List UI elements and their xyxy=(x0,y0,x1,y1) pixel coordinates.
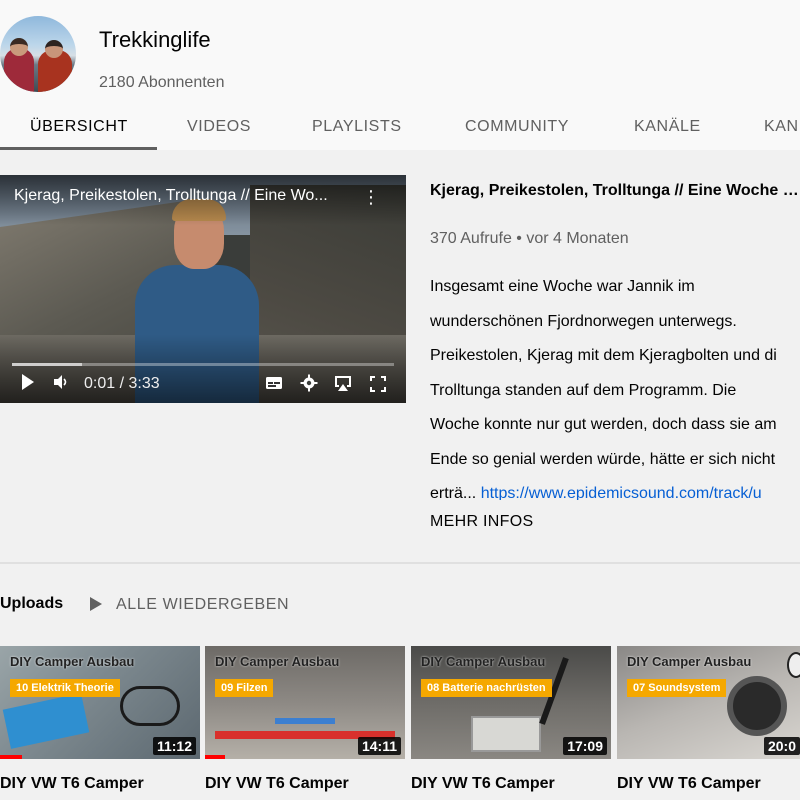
progress-bar[interactable] xyxy=(12,363,394,366)
video-duration: 11:12 xyxy=(152,737,196,755)
airplay-icon[interactable] xyxy=(333,374,353,392)
subtitles-icon[interactable] xyxy=(265,376,283,390)
tab-about[interactable]: KAN xyxy=(764,118,799,136)
channel-avatar[interactable] xyxy=(0,16,76,92)
tab-videos[interactable]: VIDEOS xyxy=(187,118,251,136)
fullscreen-icon[interactable] xyxy=(370,376,386,392)
uploads-shelf-title[interactable]: Uploads xyxy=(0,595,63,613)
tab-channels[interactable]: KANÄLE xyxy=(634,118,701,136)
video-title[interactable]: DIY VW T6 Camper xyxy=(205,775,349,793)
channel-name[interactable]: Trekkinglife xyxy=(99,27,211,53)
play-all-button[interactable]: ALLE WIEDERGEBEN xyxy=(116,596,289,614)
description-line: Woche konnte nur gut werden, doch dass s… xyxy=(430,416,777,433)
description-line: Insgesamt eine Woche war Jannik im xyxy=(430,278,695,295)
video-thumbnail[interactable]: DIY Camper Ausbau 09 Filzen 14:11 xyxy=(205,646,405,759)
description-line: Trolltunga standen auf dem Programm. Die xyxy=(430,381,737,399)
description-line: Ende so genial werden würde, hätte er si… xyxy=(430,450,776,468)
tab-overview[interactable]: ÜBERSICHT xyxy=(30,118,128,136)
video-title[interactable]: DIY VW T6 Camper xyxy=(411,775,555,793)
volume-icon[interactable] xyxy=(52,373,70,391)
description-truncated: erträ... xyxy=(430,485,477,500)
channel-header: Trekkinglife 2180 Abonnenten ÜBERSICHT V… xyxy=(0,0,800,150)
thumbnail-episode-badge: 08 Batterie nachrüsten xyxy=(421,679,552,697)
description-link[interactable]: https://www.epidemicsound.com/track/u xyxy=(481,485,762,500)
play-all-icon[interactable] xyxy=(90,597,102,611)
thumbnail-episode-badge: 10 Elektrik Theorie xyxy=(10,679,120,697)
more-info-button[interactable]: MEHR INFOS xyxy=(430,513,533,531)
video-duration: 17:09 xyxy=(563,737,607,755)
watched-progress xyxy=(205,755,225,759)
section-divider xyxy=(0,562,800,564)
description-line-last: erträ... https://www.epidemicsound.com/t… xyxy=(430,477,800,500)
play-icon[interactable] xyxy=(20,373,36,391)
featured-video-player[interactable]: Kjerag, Preikestolen, Trolltunga // Eine… xyxy=(0,175,406,403)
more-vert-icon[interactable]: ⋮ xyxy=(362,185,380,209)
tab-community[interactable]: COMMUNITY xyxy=(465,118,569,136)
thumbnail-episode-badge: 09 Filzen xyxy=(215,679,274,697)
settings-gear-icon[interactable] xyxy=(300,374,318,392)
time-display: 0:01 / 3:33 xyxy=(84,375,160,392)
description-line: Preikestolen, Kjerag mit dem Kjeragbolte… xyxy=(430,347,777,364)
progress-bar-buffered xyxy=(12,363,82,366)
channel-tabs: ÜBERSICHT VIDEOS PLAYLISTS COMMUNITY KAN… xyxy=(0,104,800,150)
video-thumbnail[interactable]: DIY Camper Ausbau 10 Elektrik Theorie 11… xyxy=(0,646,200,759)
video-duration: 20:0 xyxy=(763,737,800,755)
thumbnail-series-label: DIY Camper Ausbau xyxy=(421,654,546,669)
subscriber-count: 2180 Abonnenten xyxy=(99,74,225,91)
video-thumbnail[interactable]: DIY Camper Ausbau 07 Soundsystem 20:0 xyxy=(617,646,800,759)
video-thumbnail[interactable]: DIY Camper Ausbau 08 Batterie nachrüsten… xyxy=(411,646,611,759)
description-line: wunderschönen Fjordnorwegen unterwegs. xyxy=(430,312,737,330)
active-tab-indicator xyxy=(0,147,157,150)
featured-video-title[interactable]: Kjerag, Preikestolen, Trolltunga // Eine… xyxy=(430,182,800,200)
thumbnail-series-label: DIY Camper Ausbau xyxy=(10,654,135,669)
video-duration: 14:11 xyxy=(357,737,401,755)
featured-video-description: Insgesamt eine Woche war Jannik im wunde… xyxy=(430,270,800,500)
thumbnail-series-label: DIY Camper Ausbau xyxy=(627,654,752,669)
featured-video-meta: 370 Aufrufe • vor 4 Monaten xyxy=(430,230,629,247)
player-video-title[interactable]: Kjerag, Preikestolen, Trolltunga // Eine… xyxy=(14,187,328,205)
thumbnail-episode-badge: 07 Soundsystem xyxy=(627,679,727,697)
video-title[interactable]: DIY VW T6 Camper xyxy=(617,775,761,793)
video-title[interactable]: DIY VW T6 Camper xyxy=(0,775,144,793)
tab-playlists[interactable]: PLAYLISTS xyxy=(312,118,402,136)
thumbnail-series-label: DIY Camper Ausbau xyxy=(215,654,340,669)
watched-progress xyxy=(0,755,22,759)
